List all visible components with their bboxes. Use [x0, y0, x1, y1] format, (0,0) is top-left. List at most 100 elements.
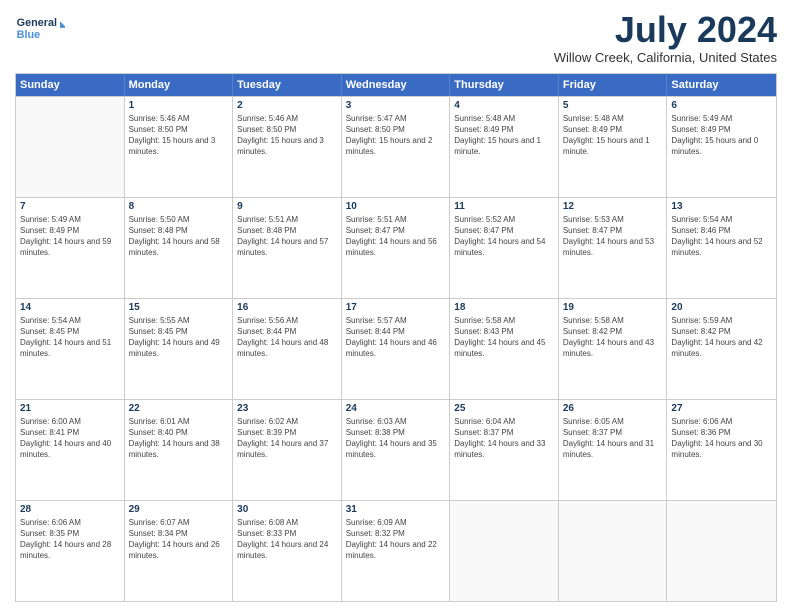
day-cell-3: 3 Sunrise: 5:47 AMSunset: 8:50 PMDayligh…: [342, 97, 451, 197]
day-info: Sunrise: 6:03 AMSunset: 8:38 PMDaylight:…: [346, 416, 446, 461]
day-cell-26: 26 Sunrise: 6:05 AMSunset: 8:37 PMDaylig…: [559, 400, 668, 500]
day-number: 20: [671, 302, 772, 313]
day-info: Sunrise: 5:48 AMSunset: 8:49 PMDaylight:…: [454, 113, 554, 158]
day-number: 18: [454, 302, 554, 313]
day-number: 19: [563, 302, 663, 313]
page: General Blue July 2024 Willow Creek, Cal…: [0, 0, 792, 612]
day-cell-20: 20 Sunrise: 5:59 AMSunset: 8:42 PMDaylig…: [667, 299, 776, 399]
day-cell-9: 9 Sunrise: 5:51 AMSunset: 8:48 PMDayligh…: [233, 198, 342, 298]
day-info: Sunrise: 5:58 AMSunset: 8:42 PMDaylight:…: [563, 315, 663, 360]
day-number: 9: [237, 201, 337, 212]
calendar: Sunday Monday Tuesday Wednesday Thursday…: [15, 73, 777, 602]
day-info: Sunrise: 5:56 AMSunset: 8:44 PMDaylight:…: [237, 315, 337, 360]
day-info: Sunrise: 5:49 AMSunset: 8:49 PMDaylight:…: [20, 214, 120, 259]
day-cell-1: 1 Sunrise: 5:46 AMSunset: 8:50 PMDayligh…: [125, 97, 234, 197]
day-cell-21: 21 Sunrise: 6:00 AMSunset: 8:41 PMDaylig…: [16, 400, 125, 500]
day-info: Sunrise: 5:57 AMSunset: 8:44 PMDaylight:…: [346, 315, 446, 360]
day-cell-11: 11 Sunrise: 5:52 AMSunset: 8:47 PMDaylig…: [450, 198, 559, 298]
logo: General Blue: [15, 10, 65, 45]
day-number: 2: [237, 100, 337, 111]
day-info: Sunrise: 5:46 AMSunset: 8:50 PMDaylight:…: [129, 113, 229, 158]
day-number: 24: [346, 403, 446, 414]
day-number: 23: [237, 403, 337, 414]
day-info: Sunrise: 5:48 AMSunset: 8:49 PMDaylight:…: [563, 113, 663, 158]
day-info: Sunrise: 6:09 AMSunset: 8:32 PMDaylight:…: [346, 517, 446, 562]
day-info: Sunrise: 5:53 AMSunset: 8:47 PMDaylight:…: [563, 214, 663, 259]
day-cell-7: 7 Sunrise: 5:49 AMSunset: 8:49 PMDayligh…: [16, 198, 125, 298]
day-info: Sunrise: 6:08 AMSunset: 8:33 PMDaylight:…: [237, 517, 337, 562]
weekday-tuesday: Tuesday: [233, 74, 342, 96]
day-number: 1: [129, 100, 229, 111]
calendar-header: Sunday Monday Tuesday Wednesday Thursday…: [16, 74, 776, 96]
day-cell-4: 4 Sunrise: 5:48 AMSunset: 8:49 PMDayligh…: [450, 97, 559, 197]
weekday-saturday: Saturday: [667, 74, 776, 96]
day-number: 27: [671, 403, 772, 414]
day-number: 16: [237, 302, 337, 313]
day-info: Sunrise: 5:51 AMSunset: 8:47 PMDaylight:…: [346, 214, 446, 259]
header: General Blue July 2024 Willow Creek, Cal…: [15, 10, 777, 65]
day-cell-5: 5 Sunrise: 5:48 AMSunset: 8:49 PMDayligh…: [559, 97, 668, 197]
day-info: Sunrise: 5:54 AMSunset: 8:45 PMDaylight:…: [20, 315, 120, 360]
day-number: 25: [454, 403, 554, 414]
day-number: 31: [346, 504, 446, 515]
day-number: 30: [237, 504, 337, 515]
day-info: Sunrise: 6:07 AMSunset: 8:34 PMDaylight:…: [129, 517, 229, 562]
day-number: 3: [346, 100, 446, 111]
calendar-body: 1 Sunrise: 5:46 AMSunset: 8:50 PMDayligh…: [16, 96, 776, 601]
day-info: Sunrise: 5:51 AMSunset: 8:48 PMDaylight:…: [237, 214, 337, 259]
day-info: Sunrise: 6:05 AMSunset: 8:37 PMDaylight:…: [563, 416, 663, 461]
day-cell-13: 13 Sunrise: 5:54 AMSunset: 8:46 PMDaylig…: [667, 198, 776, 298]
day-info: Sunrise: 6:06 AMSunset: 8:35 PMDaylight:…: [20, 517, 120, 562]
day-number: 8: [129, 201, 229, 212]
day-info: Sunrise: 5:59 AMSunset: 8:42 PMDaylight:…: [671, 315, 772, 360]
day-info: Sunrise: 5:55 AMSunset: 8:45 PMDaylight:…: [129, 315, 229, 360]
day-number: 10: [346, 201, 446, 212]
empty-cell-4-4: [450, 501, 559, 601]
day-number: 4: [454, 100, 554, 111]
weekday-monday: Monday: [125, 74, 234, 96]
weekday-wednesday: Wednesday: [342, 74, 451, 96]
day-number: 5: [563, 100, 663, 111]
svg-text:Blue: Blue: [17, 29, 40, 41]
day-number: 6: [671, 100, 772, 111]
day-number: 28: [20, 504, 120, 515]
empty-cell-4-6: [667, 501, 776, 601]
svg-text:General: General: [17, 17, 57, 29]
calendar-row-4: 28 Sunrise: 6:06 AMSunset: 8:35 PMDaylig…: [16, 500, 776, 601]
day-cell-17: 17 Sunrise: 5:57 AMSunset: 8:44 PMDaylig…: [342, 299, 451, 399]
calendar-row-1: 7 Sunrise: 5:49 AMSunset: 8:49 PMDayligh…: [16, 197, 776, 298]
weekday-friday: Friday: [559, 74, 668, 96]
location: Willow Creek, California, United States: [554, 50, 777, 65]
day-info: Sunrise: 5:50 AMSunset: 8:48 PMDaylight:…: [129, 214, 229, 259]
day-cell-12: 12 Sunrise: 5:53 AMSunset: 8:47 PMDaylig…: [559, 198, 668, 298]
day-cell-27: 27 Sunrise: 6:06 AMSunset: 8:36 PMDaylig…: [667, 400, 776, 500]
calendar-row-0: 1 Sunrise: 5:46 AMSunset: 8:50 PMDayligh…: [16, 96, 776, 197]
day-cell-24: 24 Sunrise: 6:03 AMSunset: 8:38 PMDaylig…: [342, 400, 451, 500]
calendar-row-2: 14 Sunrise: 5:54 AMSunset: 8:45 PMDaylig…: [16, 298, 776, 399]
calendar-row-3: 21 Sunrise: 6:00 AMSunset: 8:41 PMDaylig…: [16, 399, 776, 500]
day-info: Sunrise: 5:54 AMSunset: 8:46 PMDaylight:…: [671, 214, 772, 259]
day-number: 22: [129, 403, 229, 414]
day-info: Sunrise: 5:49 AMSunset: 8:49 PMDaylight:…: [671, 113, 772, 158]
day-cell-23: 23 Sunrise: 6:02 AMSunset: 8:39 PMDaylig…: [233, 400, 342, 500]
day-info: Sunrise: 6:06 AMSunset: 8:36 PMDaylight:…: [671, 416, 772, 461]
empty-cell-0-0: [16, 97, 125, 197]
day-number: 12: [563, 201, 663, 212]
weekday-sunday: Sunday: [16, 74, 125, 96]
day-number: 14: [20, 302, 120, 313]
day-number: 11: [454, 201, 554, 212]
day-cell-15: 15 Sunrise: 5:55 AMSunset: 8:45 PMDaylig…: [125, 299, 234, 399]
day-cell-19: 19 Sunrise: 5:58 AMSunset: 8:42 PMDaylig…: [559, 299, 668, 399]
day-info: Sunrise: 5:52 AMSunset: 8:47 PMDaylight:…: [454, 214, 554, 259]
day-cell-22: 22 Sunrise: 6:01 AMSunset: 8:40 PMDaylig…: [125, 400, 234, 500]
day-cell-29: 29 Sunrise: 6:07 AMSunset: 8:34 PMDaylig…: [125, 501, 234, 601]
day-cell-16: 16 Sunrise: 5:56 AMSunset: 8:44 PMDaylig…: [233, 299, 342, 399]
day-number: 29: [129, 504, 229, 515]
day-number: 7: [20, 201, 120, 212]
day-number: 26: [563, 403, 663, 414]
day-cell-30: 30 Sunrise: 6:08 AMSunset: 8:33 PMDaylig…: [233, 501, 342, 601]
day-info: Sunrise: 5:46 AMSunset: 8:50 PMDaylight:…: [237, 113, 337, 158]
day-cell-18: 18 Sunrise: 5:58 AMSunset: 8:43 PMDaylig…: [450, 299, 559, 399]
day-info: Sunrise: 6:00 AMSunset: 8:41 PMDaylight:…: [20, 416, 120, 461]
day-info: Sunrise: 6:04 AMSunset: 8:37 PMDaylight:…: [454, 416, 554, 461]
